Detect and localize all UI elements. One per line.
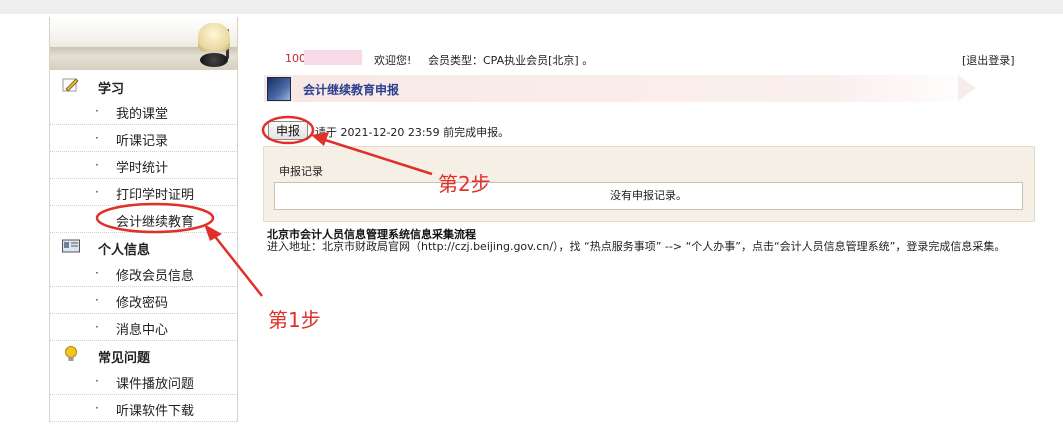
no-records-row: 没有申报记录。 (274, 182, 1023, 210)
step2-label: 第2步 (438, 172, 491, 196)
sidebar-item-change-password[interactable]: · 修改密码 (50, 287, 237, 314)
section-study: 学习 (50, 72, 237, 99)
deadline-text: 请于 2021-12-20 23:59 前完成申报。 (315, 126, 510, 139)
sidebar-item-print-certificate[interactable]: · 打印学时证明 (50, 179, 237, 206)
lightbulb-icon (65, 346, 77, 361)
user-id-mask (304, 50, 362, 65)
section-personal-info: 个人信息 (50, 233, 237, 260)
sidebar-item-playback-issues[interactable]: · 课件播放问题 (50, 368, 237, 395)
sidebar-item-hours-stats[interactable]: · 学时统计 (50, 152, 237, 179)
process-text: 进入地址：北京市财政局官网（http://czj.beijing.gov.cn/… (267, 240, 1006, 253)
welcome-text: 欢迎您! (374, 54, 412, 67)
sidebar-item-my-classroom[interactable]: · 我的课堂 (50, 98, 237, 125)
sidebar-banner (50, 17, 237, 70)
step1-label: 第1步 (268, 308, 321, 332)
section-title-study: 学习 (98, 82, 125, 97)
member-type: 会员类型：CPA执业会员[北京] 。 (428, 54, 594, 67)
sidebar-item-message-center[interactable]: · 消息中心 (50, 314, 237, 341)
sidebar-item-software-download[interactable]: · 听课软件下载 (50, 395, 237, 422)
lamp-shade-icon (198, 23, 230, 51)
title-bar-arrow (958, 75, 976, 101)
section-title-faq: 常见问题 (98, 351, 151, 366)
records-title: 申报记录 (279, 165, 323, 178)
logout-link[interactable]: [退出登录] (962, 52, 1015, 68)
apply-button[interactable]: 申报 (268, 121, 308, 140)
page-title-icon (267, 77, 291, 101)
top-strip (0, 0, 1063, 14)
section-faq: 常见问题 (50, 341, 237, 368)
section-title-personal-info: 个人信息 (98, 243, 151, 258)
sidebar-item-continuing-education[interactable]: 会计继续教育 (50, 206, 237, 233)
sidebar-menu: 学习 · 我的课堂 · 听课记录 · 学时统计 · 打印学时证明 会计继续教育 … (49, 17, 238, 422)
user-id: 100 (285, 52, 306, 65)
page-title: 会计继续教育申报 (303, 83, 400, 97)
sidebar-item-edit-member-info[interactable]: · 修改会员信息 (50, 260, 237, 287)
lamp-base-icon (200, 53, 228, 67)
id-card-icon (62, 239, 80, 253)
sidebar-item-lecture-records[interactable]: · 听课记录 (50, 125, 237, 152)
pencil-icon (62, 78, 79, 92)
